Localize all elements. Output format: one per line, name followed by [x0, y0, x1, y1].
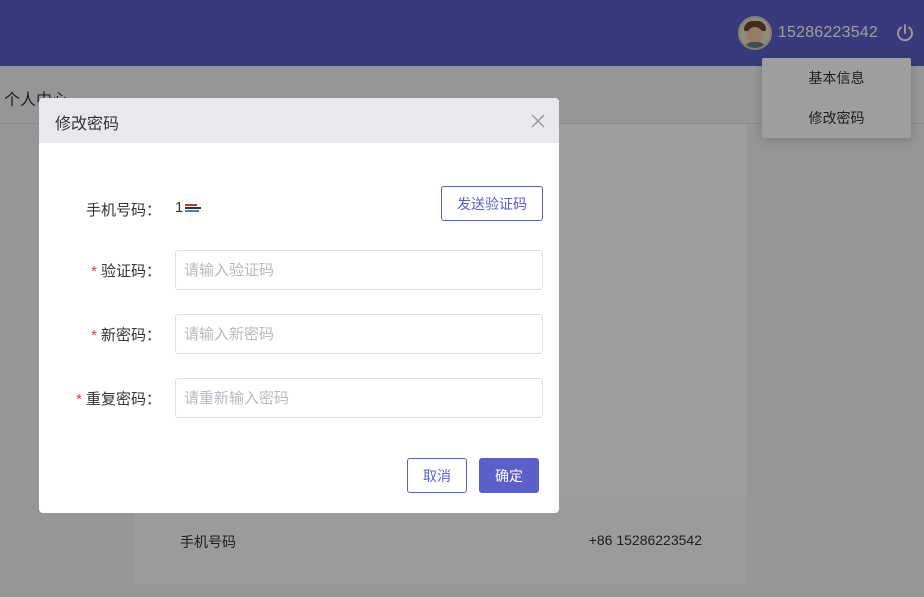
required-mark: *	[76, 391, 82, 408]
phone-label: 手机号码：	[85, 202, 161, 219]
phone-value: 1	[175, 199, 203, 216]
new-password-input[interactable]	[175, 314, 543, 354]
phone-redacted-glyph	[185, 203, 203, 213]
phone-value-text: 1	[175, 199, 184, 216]
required-mark: *	[91, 327, 97, 344]
send-code-button[interactable]: 发送验证码	[441, 186, 543, 221]
form-row-repeat-password: * 重复密码：	[39, 378, 559, 418]
code-label-text: 验证码：	[100, 263, 161, 280]
code-label: * 验证码：	[91, 260, 161, 281]
repeat-password-label-text: 重复密码：	[85, 391, 161, 408]
confirm-button[interactable]: 确定	[479, 458, 539, 493]
dialog-title: 修改密码	[55, 116, 120, 133]
close-icon[interactable]	[531, 114, 545, 128]
dialog-header: 修改密码	[39, 98, 559, 143]
new-password-label-text: 新密码：	[100, 327, 161, 344]
repeat-password-label: * 重复密码：	[76, 388, 161, 409]
cancel-button[interactable]: 取消	[407, 458, 467, 493]
code-input[interactable]	[175, 250, 543, 290]
change-password-dialog: 修改密码 手机号码： 1 发送验证码 *验证码： *新密码：	[39, 98, 559, 513]
form-row-code: * 验证码：	[39, 250, 559, 290]
form-row-phone: 手机号码： 1 发送验证码	[39, 186, 559, 229]
form-row-new-password: * 新密码：	[39, 314, 559, 354]
repeat-password-input[interactable]	[175, 378, 543, 418]
new-password-label: * 新密码：	[91, 324, 161, 345]
required-mark: *	[91, 263, 97, 280]
